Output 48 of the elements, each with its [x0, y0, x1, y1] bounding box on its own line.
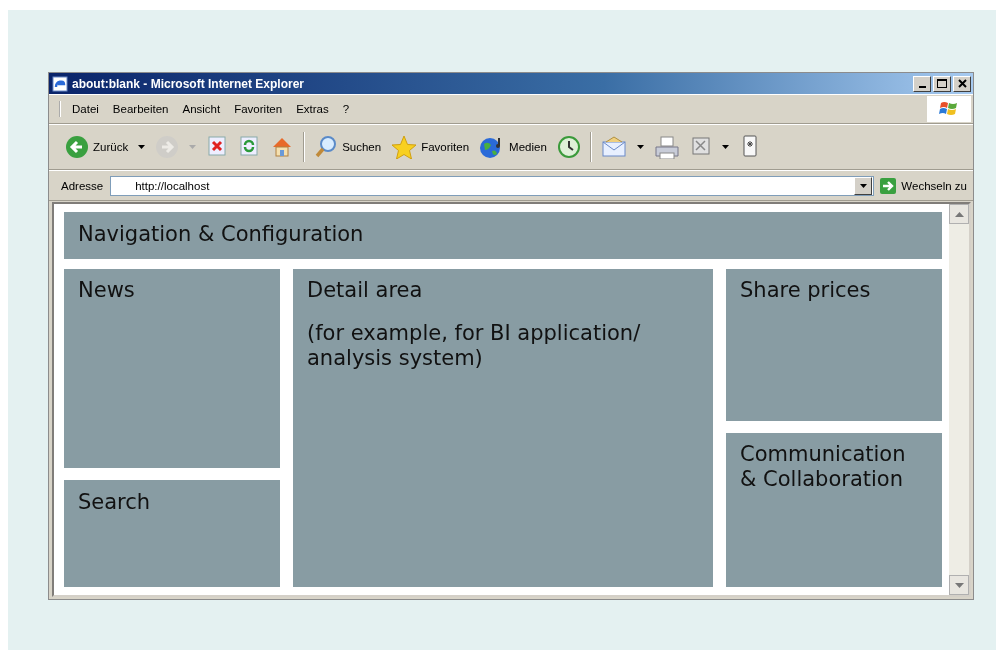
envelope-icon	[600, 135, 627, 159]
back-icon	[65, 135, 89, 159]
menu-item[interactable]: Extras	[289, 101, 336, 117]
close-button[interactable]	[953, 75, 971, 92]
scroll-down-button[interactable]	[949, 575, 969, 595]
toolbar-button[interactable]: Medien	[475, 133, 551, 161]
toolbar-button[interactable]: Zurück	[61, 133, 133, 161]
caret-icon	[189, 145, 197, 149]
menu-item[interactable]: ?	[335, 101, 357, 117]
caret-icon	[721, 145, 729, 149]
scrollbar[interactable]	[949, 204, 969, 595]
page-icon	[52, 75, 68, 92]
menu-item[interactable]: Bearbeiten	[105, 101, 176, 117]
address-field[interactable]: http://localhost	[110, 175, 875, 196]
panel-title: Search	[78, 490, 152, 516]
panel-title: Share prices	[740, 278, 872, 304]
window-title: about:blank - Microsoft Internet Explorer	[72, 76, 306, 91]
caret-icon	[954, 582, 964, 588]
menu-item[interactable]: Ansicht	[175, 101, 228, 117]
scroll-up-button[interactable]	[949, 204, 969, 224]
star-icon	[391, 135, 418, 159]
go-button[interactable]: Wechseln zu	[877, 176, 969, 195]
panel-title: News	[78, 278, 136, 304]
panel-title: Navigation & Configuration	[78, 222, 365, 248]
toolbar-button[interactable]: Suchen	[310, 133, 386, 161]
panel-title: Detail area	[307, 278, 424, 304]
address-label: Adresse	[61, 179, 105, 192]
caret-icon	[859, 183, 867, 188]
caret-icon	[636, 145, 644, 149]
minimize-icon	[918, 86, 926, 88]
forward-icon	[155, 135, 180, 159]
menu-item[interactable]: Datei	[65, 101, 106, 117]
clock-icon	[556, 135, 581, 159]
caret-icon	[954, 211, 964, 217]
maximize-button[interactable]	[933, 75, 951, 92]
close-icon	[957, 79, 967, 88]
toolbar-button[interactable]: Favoriten	[387, 133, 474, 161]
menu-item[interactable]: Favoriten	[227, 101, 290, 117]
caret-icon	[138, 145, 146, 149]
stop-icon	[206, 135, 229, 159]
dropdown-button[interactable]	[854, 176, 873, 195]
printer-icon	[653, 135, 680, 159]
refresh-icon	[238, 135, 261, 159]
minimize-button[interactable]	[913, 75, 931, 92]
maximize-icon	[937, 79, 947, 88]
panel-title: Communication & Collaboration	[740, 442, 907, 493]
search-icon	[314, 135, 339, 159]
panel-text: (for example, for BI application/ analysis system)	[307, 321, 642, 372]
